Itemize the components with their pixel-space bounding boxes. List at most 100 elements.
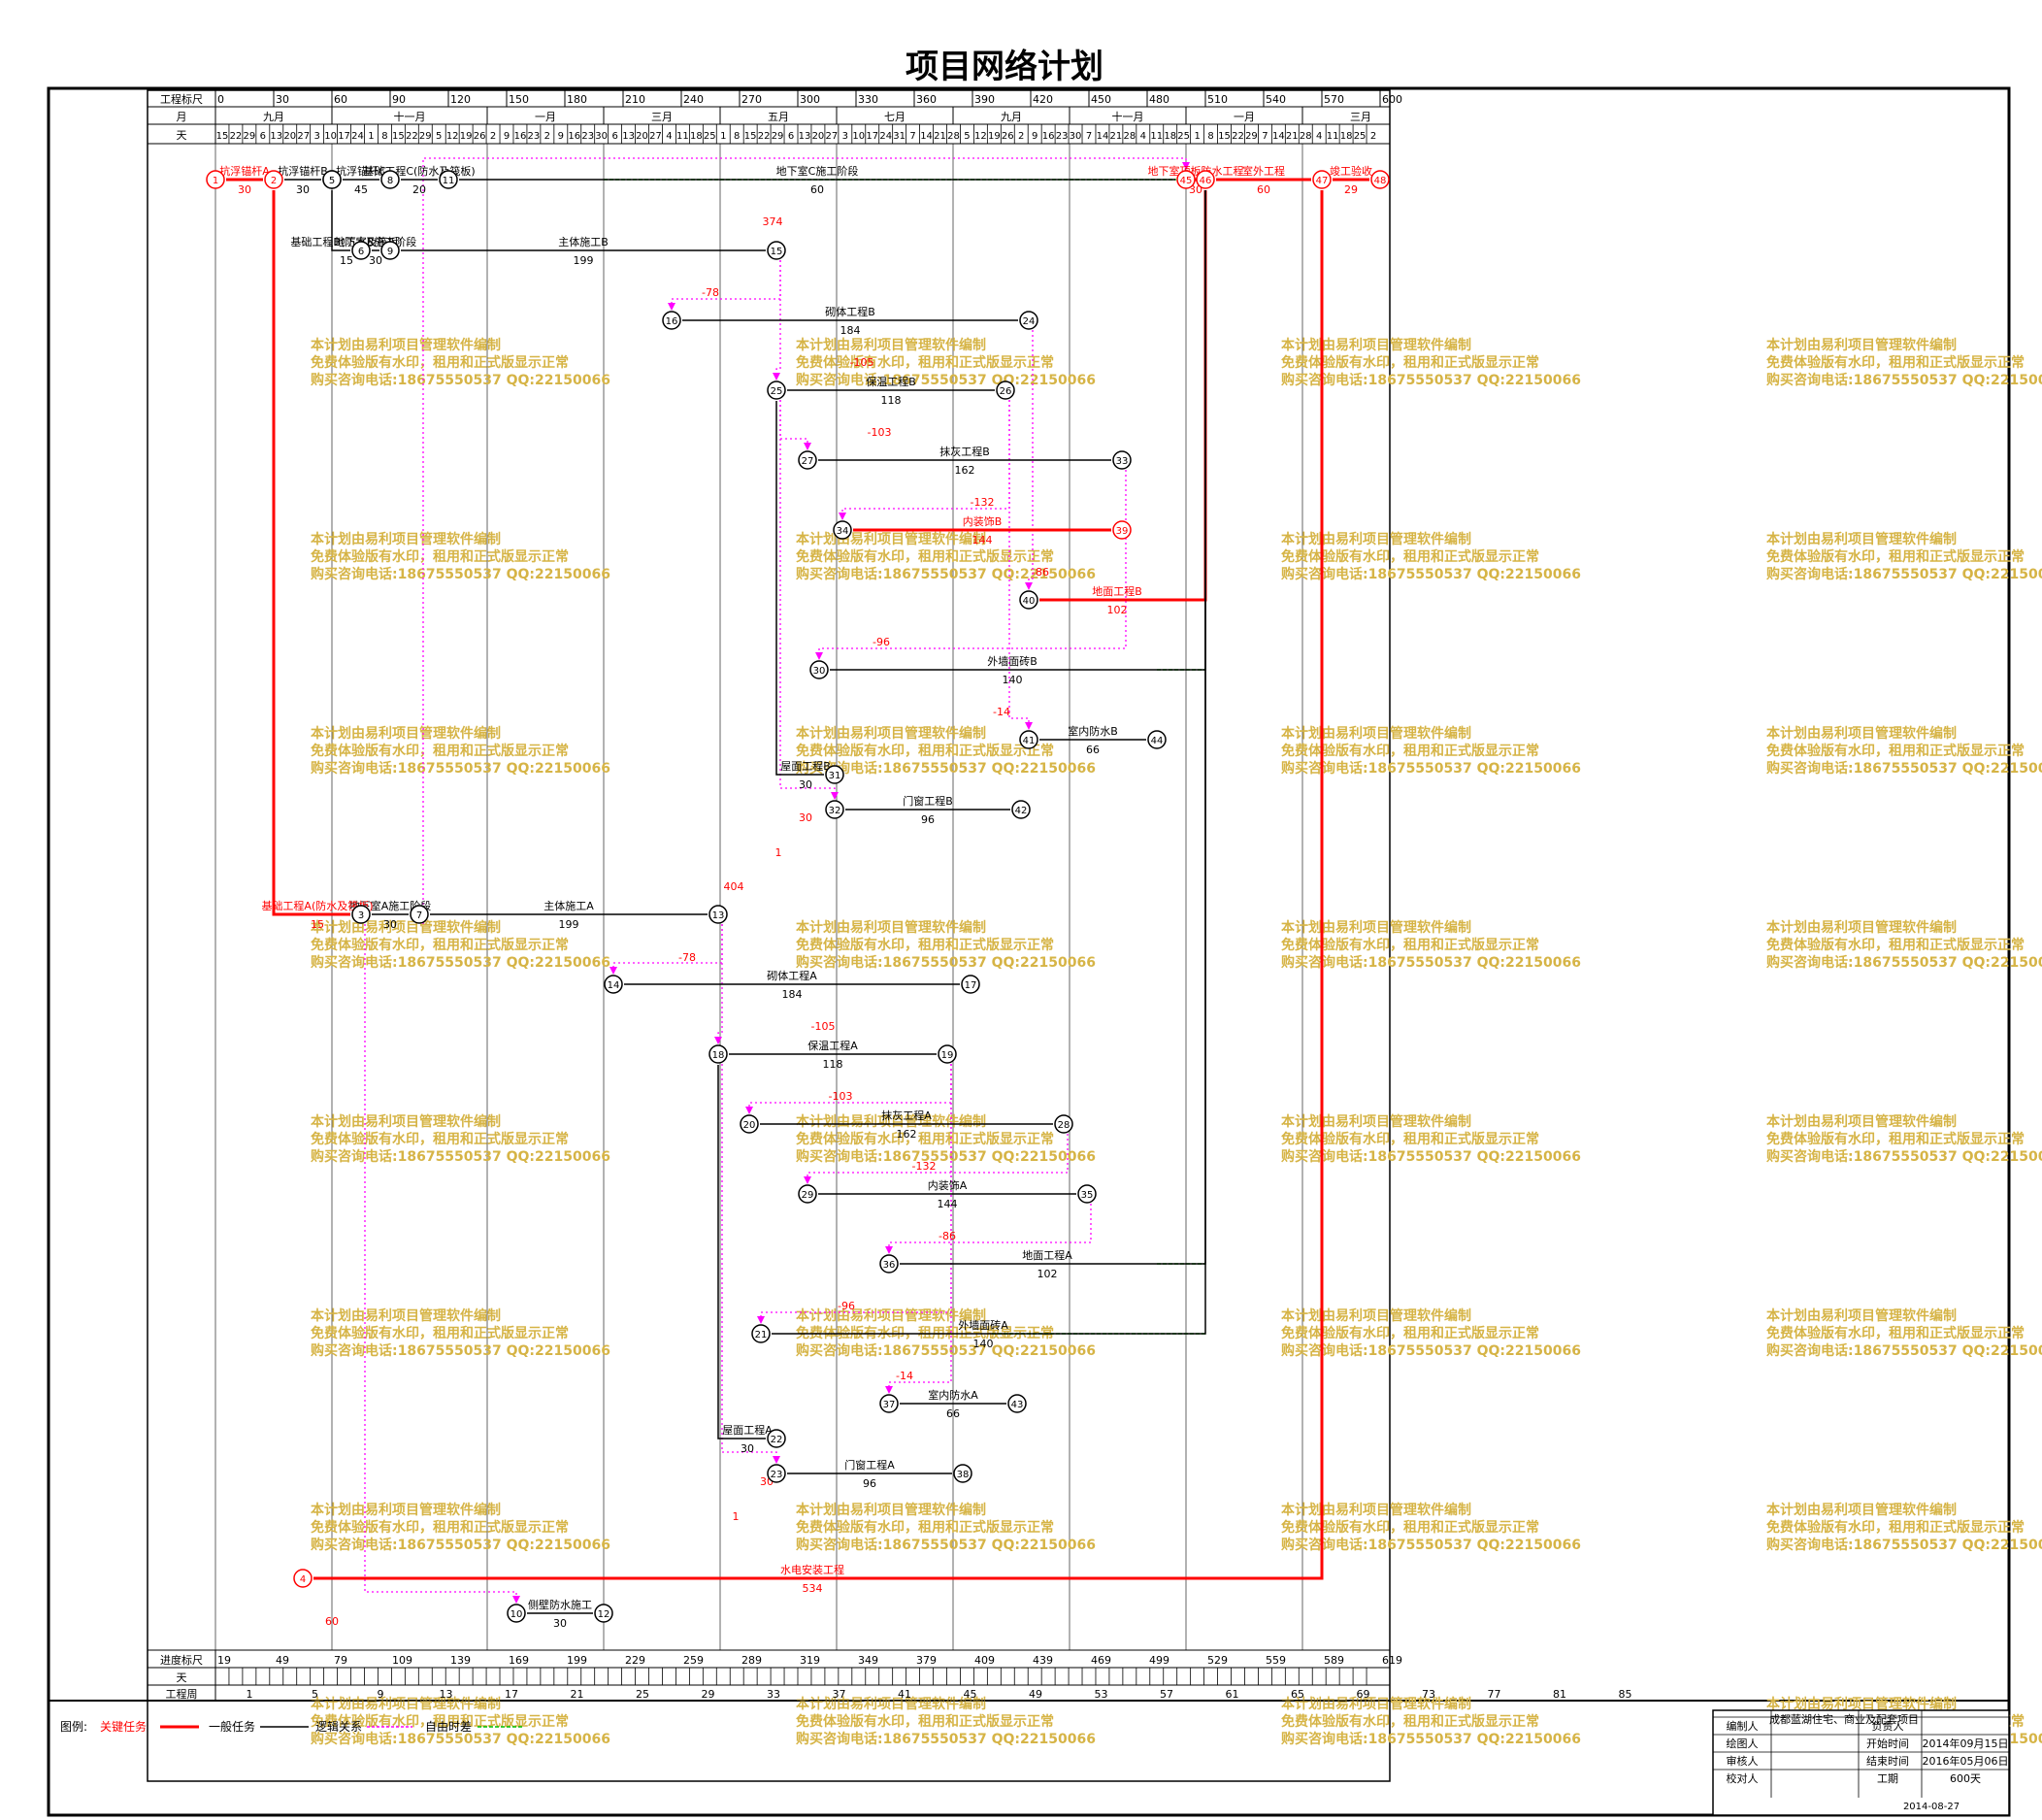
task-duration: 162 <box>955 464 975 477</box>
task-duration: 29 <box>1344 183 1358 196</box>
day-label: 3 <box>842 131 848 142</box>
info-row-label: 审核人 <box>1727 1754 1759 1768</box>
watermark-text: 免费体验版有水印，租用和正式版显示正常 <box>311 937 569 953</box>
logic-arrowhead <box>885 1386 893 1394</box>
logic-link <box>364 924 517 1602</box>
watermark-text: 本计划由易利项目管理软件编制 <box>796 1502 986 1518</box>
progress-tick-label: 319 <box>800 1654 820 1667</box>
float-value-label: 404 <box>724 880 744 893</box>
logic-arrowhead <box>804 1176 811 1184</box>
watermark-text: 本计划由易利项目管理软件编制 <box>1766 1307 1957 1324</box>
week-label: 57 <box>1160 1688 1173 1701</box>
node-id: 38 <box>957 1470 970 1480</box>
watermark-text: 购买咨询电话:18675550537 QQ:22150066 <box>796 1731 1096 1747</box>
logic-arrowhead <box>773 373 780 381</box>
day-label: 21 <box>934 131 946 142</box>
task-name: 屋面工程A <box>722 1424 773 1437</box>
task-duration: 30 <box>553 1617 567 1630</box>
week-label: 69 <box>1357 1688 1370 1701</box>
nodes: 1235811454647486915162425262733343940304… <box>206 170 1390 1623</box>
watermark-text: 免费体验版有水印，租用和正式版显示正常 <box>796 1713 1054 1730</box>
watermark-text: 购买咨询电话:18675550537 QQ:22150066 <box>311 1537 610 1553</box>
day-label: 6 <box>260 131 266 142</box>
watermark-text: 免费体验版有水印，租用和正式版显示正常 <box>311 1519 569 1536</box>
scale-tick-label: 600 <box>1382 93 1402 106</box>
watermark-text: 购买咨询电话:18675550537 QQ:22150066 <box>311 1148 610 1165</box>
task-duration: 15 <box>340 254 353 267</box>
node-id: 13 <box>712 910 725 921</box>
watermark-text: 本计划由易利项目管理软件编制 <box>796 337 986 353</box>
info-row-value: 600天 <box>1950 1772 1981 1785</box>
day-label: 8 <box>381 131 387 142</box>
day-label: 22 <box>406 131 418 142</box>
watermark-text: 本计划由易利项目管理软件编制 <box>1766 725 1957 742</box>
node-id: 15 <box>771 247 783 257</box>
progress-tick-label: 439 <box>1033 1654 1053 1667</box>
watermark-text: 本计划由易利项目管理软件编制 <box>1281 1113 1471 1130</box>
watermark-text: 本计划由易利项目管理软件编制 <box>1766 1502 1957 1518</box>
watermark-text: 购买咨询电话:18675550537 QQ:22150066 <box>1281 566 1581 582</box>
node-id: 21 <box>755 1330 768 1340</box>
node-id: 32 <box>829 806 841 816</box>
task-name: 室内防水B <box>1068 724 1118 738</box>
watermark-text: 购买咨询电话:18675550537 QQ:22150066 <box>311 372 610 388</box>
day-label: 4 <box>1140 131 1146 142</box>
task-duration: 30 <box>238 183 251 196</box>
task-name: 主体施工A <box>543 899 594 912</box>
logic-arrowhead <box>714 1037 722 1044</box>
task-duration: 96 <box>863 1477 876 1490</box>
progress-tick-label: 289 <box>741 1654 762 1667</box>
node-id: 26 <box>1000 386 1012 397</box>
watermark-text: 本计划由易利项目管理软件编制 <box>311 725 501 742</box>
task-duration: 199 <box>559 918 579 931</box>
task-duration: 66 <box>946 1407 960 1420</box>
day-label: 11 <box>1327 131 1339 142</box>
task-name: 内装饰A <box>928 1178 968 1192</box>
task-duration: 45 <box>354 183 368 196</box>
info-row-field: 负责人 <box>1872 1719 1904 1733</box>
day-label: 20 <box>636 131 648 142</box>
info-date: 2014-08-27 <box>1903 1802 1960 1812</box>
watermark-text: 免费体验版有水印，租用和正式版显示正常 <box>1281 1713 1539 1730</box>
task-name: 室内防水A <box>928 1388 978 1402</box>
progress-tick-label: 109 <box>392 1654 412 1667</box>
day-label: 1 <box>720 131 726 142</box>
watermark-text: 免费体验版有水印，租用和正式版显示正常 <box>1766 1131 2025 1147</box>
node-id: 43 <box>1011 1400 1024 1410</box>
task-duration: 144 <box>972 534 993 546</box>
task-duration: 199 <box>574 254 594 267</box>
logic-link <box>748 1064 952 1112</box>
task-name: 外墙面砖A <box>958 1318 1008 1332</box>
month-label: 七月 <box>884 111 906 123</box>
legend-prefix: 图例: <box>60 1720 87 1734</box>
day-label: 24 <box>879 131 892 142</box>
node-id: 46 <box>1200 176 1212 186</box>
watermark-text: 免费体验版有水印，租用和正式版显示正常 <box>796 1131 1054 1147</box>
float-value-label: -78 <box>702 286 719 299</box>
week-label: 61 <box>1226 1688 1239 1701</box>
day-label: 9 <box>504 131 510 142</box>
day-label: 1 <box>1194 131 1200 142</box>
day-label: 22 <box>1232 131 1244 142</box>
day-label: 14 <box>920 131 933 142</box>
legend: 图例: 关键任务 一般任务 逻辑关系 自由时差 <box>60 1719 524 1734</box>
day-label: 5 <box>436 131 442 142</box>
day-label: 19 <box>988 131 1001 142</box>
scale-tick-label: 450 <box>1091 93 1111 106</box>
day-label: 7 <box>909 131 915 142</box>
day-label: 4 <box>666 131 672 142</box>
scale-label-top: 工程标尺 <box>160 92 203 106</box>
info-row-value: 2014年09月15日 <box>1923 1737 2009 1750</box>
node-id: 10 <box>510 1609 523 1620</box>
watermark-text: 免费体验版有水印，租用和正式版显示正常 <box>311 354 569 371</box>
week-label: 33 <box>767 1688 780 1701</box>
progress-tick-label: 619 <box>1382 1654 1402 1667</box>
node-id: 28 <box>1058 1120 1070 1131</box>
week-label: 73 <box>1422 1688 1435 1701</box>
month-label: 一月 <box>1234 111 1255 123</box>
day-label: 27 <box>826 131 839 142</box>
task-name: 抗浮锚杆A <box>219 164 270 178</box>
watermark-text: 本计划由易利项目管理软件编制 <box>311 1502 501 1518</box>
watermark-text: 本计划由易利项目管理软件编制 <box>796 919 986 936</box>
month-label: 九月 <box>1001 111 1022 123</box>
